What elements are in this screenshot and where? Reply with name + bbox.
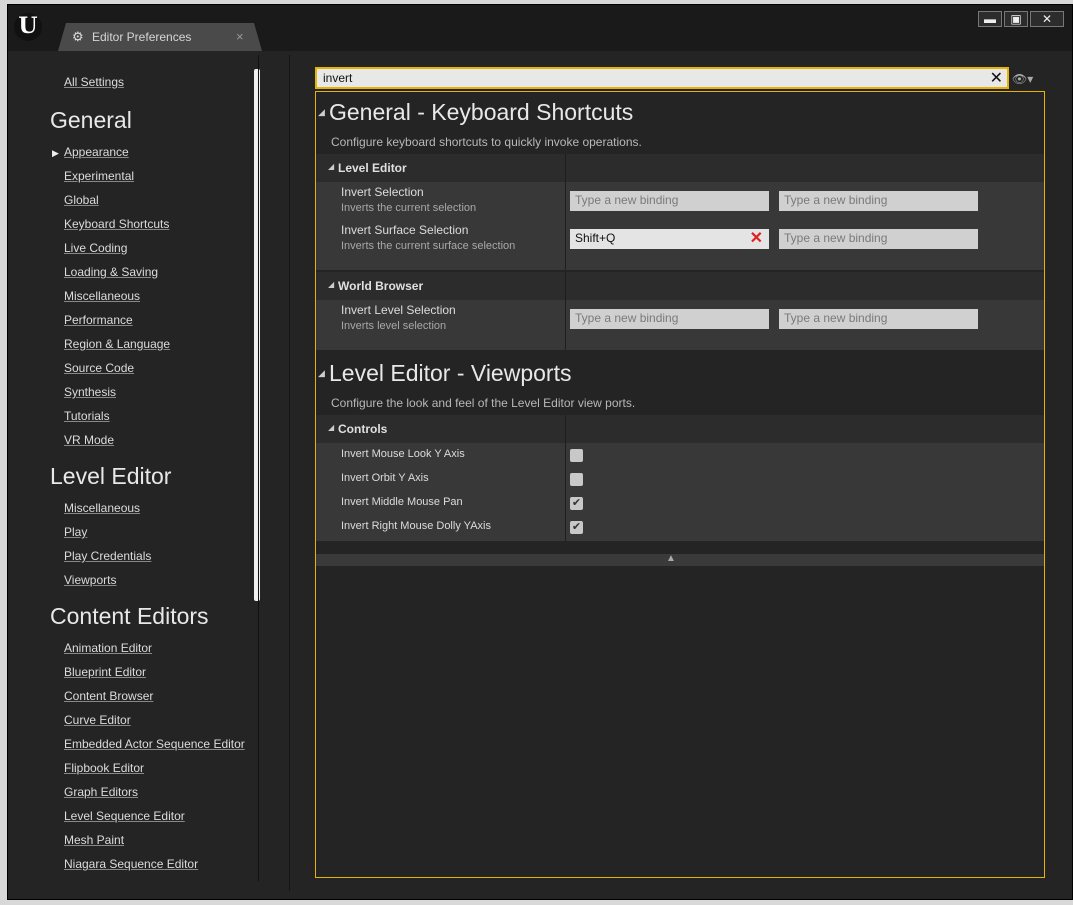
sidebar-item-level-sequence-editor[interactable]: Level Sequence Editor [64, 809, 185, 823]
property-name: Invert Selection [341, 185, 424, 199]
property-name: Invert Mouse Look Y Axis [341, 448, 465, 460]
sidebar-item-keyboard-shortcuts[interactable]: Keyboard Shortcuts [64, 217, 169, 231]
tab-close-icon[interactable]: × [236, 29, 244, 44]
category-level-editor[interactable]: ◢ Level Editor [316, 154, 1044, 182]
title-bar[interactable]: U ⚙ Editor Preferences × ▬ ▣ ✕ [8, 5, 1072, 51]
expand-arrow-icon: ▶ [52, 148, 59, 158]
section-collapse-icon[interactable]: ◢ [318, 368, 325, 379]
sidebar-item-niagara-sequence-editor[interactable]: Niagara Sequence Editor [64, 857, 198, 871]
sidebar-item-loading-saving[interactable]: Loading & Saving [64, 265, 158, 279]
property-description: Inverts the current surface selection [341, 240, 516, 252]
controls-properties: Invert Mouse Look Y Axis Invert Orbit Y … [316, 443, 1044, 541]
sidebar-item-flipbook-editor[interactable]: Flipbook Editor [64, 761, 144, 775]
sidebar-item-content-browser[interactable]: Content Browser [64, 689, 153, 703]
property-name: Invert Middle Mouse Pan [341, 496, 463, 508]
sidebar-item-global[interactable]: Global [64, 193, 99, 207]
sidebar-item-live-coding[interactable]: Live Coding [64, 241, 127, 255]
sidebar-item-viewports[interactable]: Viewports [64, 573, 116, 587]
close-button[interactable]: ✕ [1030, 11, 1064, 27]
settings-icon: ⚙ [72, 29, 84, 44]
editor-preferences-window: U ⚙ Editor Preferences × ▬ ▣ ✕ All Setti… [7, 4, 1073, 900]
binding-input-2[interactable]: Type a new binding [779, 191, 978, 211]
category-expand-icon: ◢ [328, 423, 335, 432]
property-name: Invert Orbit Y Axis [341, 472, 429, 484]
category-controls[interactable]: ◢ Controls [316, 415, 1044, 443]
sidebar-item-le-miscellaneous[interactable]: Miscellaneous [64, 501, 140, 515]
settings-details-panel: ◢ General - Keyboard Shortcuts Configure… [315, 91, 1045, 878]
property-row-invert-surface-selection: Invert Surface Selection Inverts the cur… [316, 220, 1044, 270]
view-options-eye-icon[interactable]: 👁▾ [1012, 72, 1033, 86]
sidebar-item-source-code[interactable]: Source Code [64, 361, 134, 375]
sidebar-item-synthesis[interactable]: Synthesis [64, 385, 116, 399]
sidebar-item-curve-editor[interactable]: Curve Editor [64, 713, 131, 727]
sidebar-item-miscellaneous[interactable]: Miscellaneous [64, 289, 140, 303]
sidebar-heading-level-editor: Level Editor [50, 463, 172, 489]
sidebar-item-experimental[interactable]: Experimental [64, 169, 134, 183]
sidebar-item-play[interactable]: Play [64, 525, 87, 539]
sidebar-item-appearance[interactable]: Appearance [64, 145, 129, 159]
property-name: Invert Level Selection [341, 303, 456, 317]
property-row-invert-level-selection: Invert Level Selection Inverts level sel… [316, 300, 1044, 350]
binding-input-1[interactable]: Type a new binding [570, 191, 769, 211]
sidebar-item-play-credentials[interactable]: Play Credentials [64, 549, 151, 563]
sidebar-item-animation-editor[interactable]: Animation Editor [64, 641, 152, 655]
property-description: Inverts level selection [341, 320, 447, 332]
clear-search-icon[interactable]: ✕ [990, 68, 1003, 88]
settings-sidebar: All Settings General ▶ Appearance Experi… [24, 60, 261, 880]
sidebar-item-embedded-actor-sequence-editor[interactable]: Embedded Actor Sequence Editor [64, 737, 245, 751]
sidebar-item-tutorials[interactable]: Tutorials [64, 409, 110, 423]
category-label: World Browser [338, 279, 424, 293]
invert-right-mouse-dolly-checkbox[interactable]: ✔ [570, 521, 583, 534]
sidebar-item-blueprint-editor[interactable]: Blueprint Editor [64, 665, 146, 679]
sidebar-all-settings[interactable]: All Settings [64, 75, 124, 89]
property-description: Inverts the current selection [341, 202, 477, 214]
section-collapse-icon[interactable]: ◢ [318, 107, 325, 118]
sidebar-item-mesh-paint[interactable]: Mesh Paint [64, 833, 124, 847]
sidebar-scrollbar[interactable] [254, 69, 260, 601]
invert-middle-mouse-pan-checkbox[interactable]: ✔ [570, 497, 583, 510]
property-name: Invert Right Mouse Dolly YAxis [341, 520, 491, 532]
binding-input-2[interactable]: Type a new binding [779, 309, 978, 329]
section-title-keyboard-shortcuts: General - Keyboard Shortcuts [329, 99, 634, 125]
collapse-arrow-icon: ▲ [666, 553, 676, 564]
sidebar-item-performance[interactable]: Performance [64, 313, 133, 327]
remove-binding-icon[interactable]: ✕ [750, 228, 763, 248]
property-row-invert-selection: Invert Selection Inverts the current sel… [316, 182, 1044, 220]
binding-input-1[interactable]: Type a new binding [570, 309, 769, 329]
search-field[interactable]: invert ✕ [315, 67, 1009, 89]
unreal-logo-icon: U [14, 13, 42, 41]
sidebar-item-vr-mode[interactable]: VR Mode [64, 433, 114, 447]
sidebar-heading-content-editors: Content Editors [50, 603, 209, 629]
invert-orbit-y-checkbox[interactable] [570, 473, 583, 486]
property-name: Invert Surface Selection [341, 223, 469, 237]
collapse-bar[interactable]: ▲ [316, 553, 1044, 566]
category-label: Level Editor [338, 161, 407, 175]
sidebar-edge [258, 55, 259, 881]
section-description: Configure keyboard shortcuts to quickly … [331, 135, 642, 149]
section-title-viewports: Level Editor - Viewports [329, 360, 572, 386]
tab-label: Editor Preferences [92, 30, 192, 44]
maximize-button[interactable]: ▣ [1004, 11, 1028, 27]
category-expand-icon: ◢ [328, 162, 335, 171]
binding-input-2[interactable]: Type a new binding [779, 229, 978, 249]
invert-mouse-look-y-checkbox[interactable] [570, 449, 583, 462]
sidebar-heading-general: General [50, 107, 132, 133]
category-expand-icon: ◢ [328, 280, 335, 289]
binding-input-1[interactable]: Shift+Q ✕ [570, 229, 769, 249]
section-description: Configure the look and feel of the Level… [331, 396, 636, 410]
panel-splitter[interactable] [289, 55, 290, 891]
sidebar-item-graph-editors[interactable]: Graph Editors [64, 785, 138, 799]
category-label: Controls [338, 422, 388, 436]
minimize-button[interactable]: ▬ [978, 11, 1002, 27]
search-input[interactable]: invert [323, 71, 352, 85]
category-world-browser[interactable]: ◢ World Browser [316, 272, 1044, 300]
tab-editor-preferences[interactable]: ⚙ Editor Preferences × [58, 23, 262, 51]
binding-value: Shift+Q [575, 231, 616, 245]
sidebar-item-region-language[interactable]: Region & Language [64, 337, 170, 351]
